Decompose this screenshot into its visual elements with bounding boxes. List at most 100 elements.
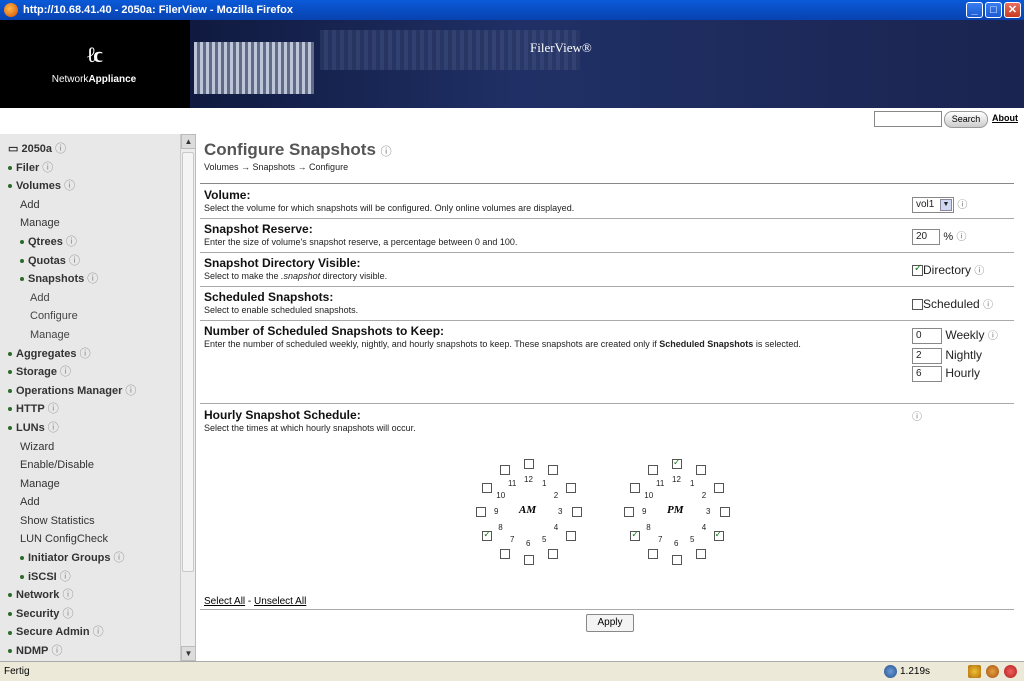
sidebar-item[interactable]: Initiator Groups ⓘ [6,549,195,568]
hour-checkbox[interactable] [572,507,582,517]
help-icon[interactable]: ⓘ [122,385,136,397]
sidebar-item[interactable]: Manage [6,475,195,494]
hourly-input[interactable]: 6 [912,365,942,382]
sidebar-item[interactable]: NDMP ⓘ [6,642,195,661]
sidebar-item[interactable]: HTTP ⓘ [6,400,195,419]
help-icon[interactable]: ⓘ [957,200,967,211]
hour-checkbox[interactable] [720,507,730,517]
help-icon[interactable]: ⓘ [57,366,71,378]
nightly-input[interactable]: 2 [912,347,942,364]
hour-checkbox[interactable] [565,483,576,493]
extension-icon[interactable] [968,665,981,678]
sidebar-item[interactable]: ▭ 2050a ⓘ [6,140,195,159]
hour-checkbox[interactable] [696,548,706,559]
help-icon[interactable]: ⓘ [912,412,922,423]
help-icon[interactable]: ⓘ [63,236,77,248]
scroll-thumb[interactable] [182,152,194,572]
help-icon[interactable]: ⓘ [39,162,53,174]
help-icon[interactable]: ⓘ [45,422,59,434]
hour-checkbox[interactable] [672,457,682,469]
addon-icon[interactable] [986,665,999,678]
help-icon[interactable]: ⓘ [111,552,125,564]
sidebar-item[interactable]: LUN ConfigCheck [6,530,195,549]
help-icon[interactable]: ⓘ [52,143,66,155]
sidebar-item[interactable]: LUNs ⓘ [6,419,195,438]
hour-checkbox[interactable] [630,529,641,541]
hour-checkbox[interactable] [648,548,658,559]
scheduled-checkbox[interactable] [912,299,923,311]
help-icon[interactable]: ⓘ [974,266,984,277]
sidebar-item[interactable]: Configure [6,307,195,326]
help-icon[interactable]: ⓘ [59,608,73,620]
hour-checkbox[interactable] [696,465,706,476]
hour-checkbox[interactable] [500,548,510,559]
hour-checkbox[interactable] [565,531,576,541]
help-icon[interactable]: ⓘ [48,645,62,657]
about-link[interactable]: About [992,113,1018,123]
help-icon[interactable]: ⓘ [61,180,75,192]
sidebar-item[interactable]: Security ⓘ [6,605,195,624]
chevron-down-icon[interactable]: ▼ [940,198,952,211]
help-icon[interactable]: ⓘ [59,589,73,601]
hour-checkbox[interactable] [630,483,641,493]
maximize-button[interactable]: □ [985,2,1002,18]
sidebar-item[interactable]: Wizard [6,438,195,457]
close-button[interactable]: ✕ [1004,2,1021,18]
unselect-all-link[interactable]: Unselect All [254,596,306,607]
select-all-link[interactable]: Select All [204,596,245,607]
help-icon[interactable]: ⓘ [381,146,392,158]
hour-checkbox[interactable] [672,555,682,565]
help-icon[interactable]: ⓘ [66,255,80,267]
sidebar-item[interactable]: Enable/Disable [6,456,195,475]
scroll-up-icon[interactable]: ▲ [181,134,196,149]
sidebar-scrollbar[interactable]: ▲ ▼ [180,134,196,661]
hour-checkbox[interactable] [548,548,558,559]
hour-checkbox[interactable] [524,459,534,469]
help-icon[interactable]: ⓘ [983,300,993,311]
sidebar-item[interactable]: Aggregates ⓘ [6,345,195,364]
sidebar-item[interactable]: Secure Admin ⓘ [6,623,195,642]
help-icon[interactable]: ⓘ [57,571,71,583]
hour-checkbox[interactable] [482,483,493,493]
help-icon[interactable]: ⓘ [90,626,104,638]
sidebar-item[interactable]: Show Statistics [6,512,195,531]
sidebar-item[interactable]: Snapshots ⓘ [6,270,195,289]
apply-button[interactable]: Apply [586,614,634,632]
reserve-input[interactable]: 20 [912,228,940,245]
hour-checkbox[interactable] [713,483,724,493]
weekly-input[interactable]: 0 [912,327,942,344]
sidebar-item[interactable]: Manage [6,214,195,233]
sidebar-item[interactable]: Storage ⓘ [6,363,195,382]
hour-checkbox[interactable] [713,529,724,541]
help-icon[interactable]: ⓘ [84,273,98,285]
sidebar-item[interactable]: Operations Manager ⓘ [6,382,195,401]
hour-checkbox[interactable] [624,507,634,517]
hour-checkbox[interactable] [524,555,534,565]
minimize-button[interactable]: _ [966,2,983,18]
sidebar-item[interactable]: Manage [6,326,195,345]
directory-checkbox[interactable] [912,263,923,277]
sidebar-item[interactable]: Add [6,493,195,512]
hour-checkbox[interactable] [476,507,486,517]
sidebar-item[interactable]: Volumes ⓘ [6,177,195,196]
adblock-icon[interactable] [1004,665,1017,678]
sidebar-item[interactable]: Add [6,289,195,308]
help-icon[interactable]: ⓘ [77,348,91,360]
sidebar-item[interactable]: iSCSI ⓘ [6,568,195,587]
hour-checkbox[interactable] [548,465,558,476]
hour-checkbox[interactable] [500,465,510,476]
netapp-logo[interactable]: ℓϲ NetworkAppliance [0,20,188,108]
sidebar-item[interactable]: Add [6,196,195,215]
help-icon[interactable]: ⓘ [988,331,998,342]
search-input[interactable] [874,111,942,127]
hour-checkbox[interactable] [482,529,493,541]
sidebar-item[interactable]: Filer ⓘ [6,159,195,178]
sidebar-item[interactable]: Network ⓘ [6,586,195,605]
volume-select[interactable]: vol1 ▼ [912,196,954,213]
scroll-down-icon[interactable]: ▼ [181,646,196,661]
sidebar-item[interactable]: Qtrees ⓘ [6,233,195,252]
help-icon[interactable]: ⓘ [956,232,966,243]
hour-checkbox[interactable] [648,465,658,476]
sidebar-item[interactable]: Quotas ⓘ [6,252,195,271]
search-button[interactable]: Search [944,111,988,128]
